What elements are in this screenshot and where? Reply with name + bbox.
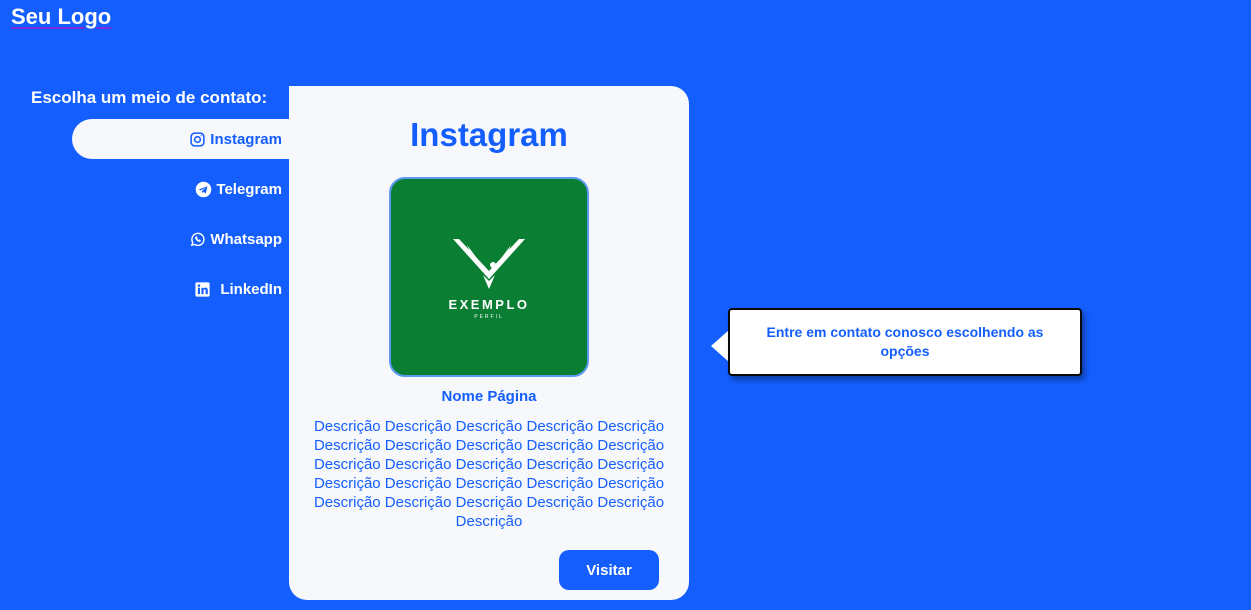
whatsapp-icon bbox=[189, 231, 206, 248]
contact-card: Instagram EXEMPLO PERFIL Nome Página Des… bbox=[289, 86, 689, 600]
contact-heading: Escolha um meio de contato: bbox=[31, 88, 268, 107]
tooltip-text: Entre em contato conosco escolhendo as o… bbox=[766, 324, 1044, 359]
site-logo[interactable]: Seu Logo bbox=[11, 4, 111, 30]
sidebar-item-instagram[interactable]: Instagram bbox=[72, 119, 289, 159]
instagram-icon bbox=[189, 131, 206, 148]
telegram-icon bbox=[195, 181, 212, 198]
eagle-logo-icon bbox=[453, 238, 525, 289]
sidebar-item-label: Whatsapp bbox=[210, 230, 282, 248]
sidebar-item-linkedin[interactable]: LinkedIn bbox=[72, 269, 289, 309]
profile-brand-text: EXEMPLO bbox=[448, 296, 530, 312]
linkedin-icon bbox=[194, 281, 211, 298]
visit-button[interactable]: Visitar bbox=[559, 550, 659, 590]
profile-brand-subtext: PERFIL bbox=[474, 313, 504, 320]
sidebar-item-label: Instagram bbox=[210, 130, 282, 148]
sidebar-item-whatsapp[interactable]: Whatsapp bbox=[72, 219, 289, 259]
profile-image: EXEMPLO PERFIL bbox=[389, 177, 589, 377]
sidebar-item-telegram[interactable]: Telegram bbox=[72, 169, 289, 209]
sidebar-item-label: LinkedIn bbox=[220, 280, 282, 298]
tooltip-arrow bbox=[711, 330, 729, 362]
page-description: Descrição Descrição Descrição Descrição … bbox=[313, 418, 665, 530]
card-title: Instagram bbox=[410, 116, 568, 153]
sidebar-item-label: Telegram bbox=[216, 180, 282, 198]
info-tooltip: Entre em contato conosco escolhendo as o… bbox=[728, 308, 1082, 376]
contact-nav: Instagram Telegram Whatsapp LinkedIn bbox=[72, 119, 289, 319]
page-name: Nome Página bbox=[441, 388, 537, 405]
